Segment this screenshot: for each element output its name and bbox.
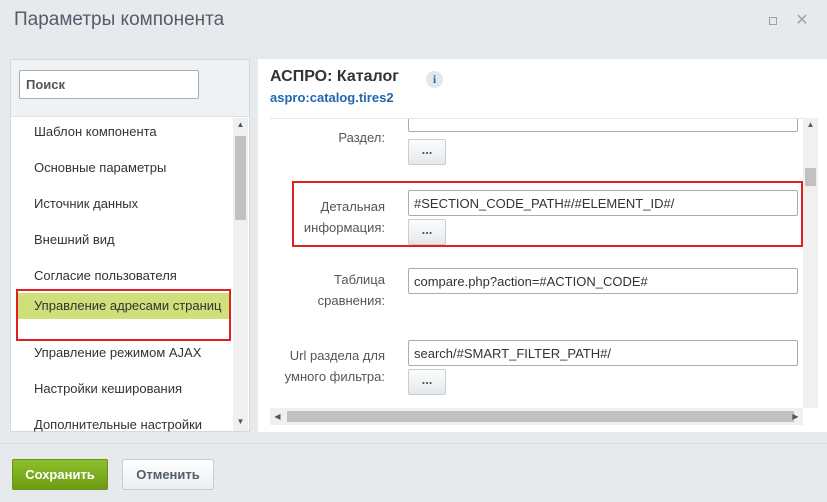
- sidebar-item-data-source[interactable]: Источник данных: [16, 195, 230, 213]
- maximize-icon[interactable]: [766, 14, 780, 28]
- smart-filter-url-field[interactable]: [408, 340, 798, 366]
- sidebar-item-appearance[interactable]: Внешний вид: [16, 231, 230, 249]
- params-list: Раздел: ... Детальная информация: ... Та…: [270, 118, 815, 408]
- main-panel: АСПРО: Каталог i aspro:catalog.tires2 Ра…: [258, 59, 827, 432]
- params-scroll-thumb[interactable]: [805, 168, 816, 186]
- param-label-smart-filter: Url раздела для умного фильтра:: [284, 348, 385, 384]
- params-scrollbar[interactable]: ▲: [803, 118, 818, 408]
- param-label-detail: Детальная информация:: [303, 199, 385, 235]
- detail-url-field[interactable]: [408, 190, 798, 216]
- sidebar-item-user-consent[interactable]: Согласие пользователя: [16, 267, 230, 285]
- sidebar-scrollbar[interactable]: ▲ ▼: [233, 118, 248, 431]
- params-h-scrollbar[interactable]: ◀ ▶: [270, 408, 803, 425]
- scroll-up-icon[interactable]: ▲: [233, 118, 248, 132]
- sidebar: Шаблон компонента Основные параметры Ист…: [10, 59, 250, 432]
- scroll-up-icon[interactable]: ▲: [803, 118, 818, 132]
- info-icon[interactable]: i: [426, 71, 443, 88]
- component-title: АСПРО: Каталог: [270, 68, 399, 85]
- scroll-left-icon[interactable]: ◀: [270, 408, 285, 425]
- sidebar-item-cache-settings[interactable]: Настройки кеширования: [16, 380, 230, 398]
- param-label-compare: Таблица сравнения:: [317, 272, 385, 308]
- smart-filter-dots-button[interactable]: ...: [408, 369, 446, 395]
- compare-url-field[interactable]: [408, 268, 798, 294]
- sidebar-item-template[interactable]: Шаблон компонента: [16, 123, 230, 141]
- sidebar-item-url-management[interactable]: Управление адресами страниц: [16, 293, 230, 319]
- component-code[interactable]: aspro:catalog.tires2: [270, 90, 394, 105]
- section-field[interactable]: [408, 119, 798, 132]
- sidebar-item-basic-params[interactable]: Основные параметры: [16, 159, 230, 177]
- detail-dots-button[interactable]: ...: [408, 219, 446, 245]
- sidebar-scroll-thumb[interactable]: [235, 136, 246, 220]
- sidebar-item-ajax-mode[interactable]: Управление режимом AJAX: [16, 344, 230, 362]
- scroll-right-icon[interactable]: ▶: [788, 408, 803, 425]
- params-h-scroll-thumb[interactable]: [287, 411, 794, 422]
- close-icon[interactable]: ✕: [795, 13, 809, 29]
- footer: Сохранить Отменить: [0, 443, 827, 502]
- dialog-title: Параметры компонента: [14, 9, 225, 30]
- save-button[interactable]: Сохранить: [12, 459, 108, 490]
- search-input[interactable]: [19, 70, 199, 99]
- search-area: [11, 60, 249, 117]
- param-label-section: Раздел:: [338, 130, 385, 145]
- cancel-button[interactable]: Отменить: [122, 459, 214, 490]
- section-dots-button[interactable]: ...: [408, 139, 446, 165]
- sidebar-item-extra-settings[interactable]: Дополнительные настройки: [16, 416, 230, 434]
- scroll-down-icon[interactable]: ▼: [233, 415, 248, 429]
- title-bar: Параметры компонента ✕: [0, 0, 827, 46]
